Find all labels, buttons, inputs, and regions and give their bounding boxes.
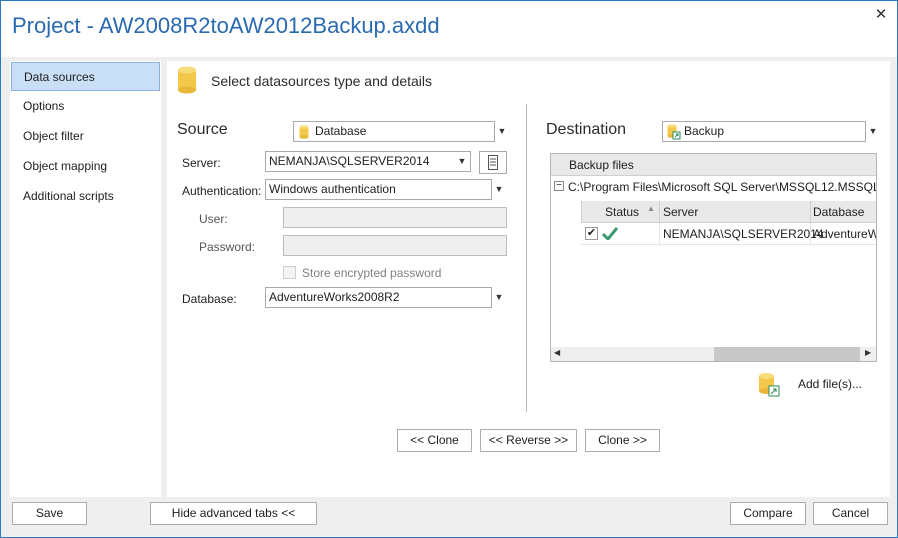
store-password-checkbox[interactable] (283, 266, 296, 279)
hide-advanced-tabs-button[interactable]: Hide advanced tabs << (150, 502, 317, 525)
row-database: AdventureWorks2012 (813, 227, 876, 241)
reverse-button[interactable]: << Reverse >> (480, 429, 577, 452)
database-label: Database: (182, 292, 237, 306)
sidebar-item-data-sources[interactable]: Data sources (11, 62, 160, 91)
sidebar-item-options[interactable]: Options (11, 92, 160, 121)
backup-folder-row[interactable]: − C:\Program Files\Microsoft SQL Server\… (551, 176, 876, 198)
row-server: NEMANJA\SQLSERVER2014 (663, 227, 824, 241)
backup-folder-path: C:\Program Files\Microsoft SQL Server\MS… (568, 180, 876, 194)
database-select[interactable]: AdventureWorks2008R2 (265, 287, 492, 308)
chevron-down-icon[interactable]: ▼ (456, 151, 468, 172)
destination-heading: Destination (546, 121, 627, 138)
window-title: Project - AW2008R2toAW2012Backup.axdd (12, 13, 440, 38)
destination-type-select[interactable]: Backup (662, 121, 866, 142)
column-database[interactable]: Database (813, 205, 864, 219)
clone-right-button[interactable]: Clone >> (585, 429, 660, 452)
password-label: Password: (199, 240, 256, 254)
section-header: Select datasources type and details (211, 73, 433, 89)
chevron-down-icon[interactable]: ▼ (493, 179, 505, 200)
authentication-value: Windows authentication (269, 182, 396, 196)
scrollbar-thumb[interactable] (714, 347, 860, 361)
collapse-icon[interactable]: − (554, 181, 564, 191)
close-icon[interactable]: ✕ (873, 7, 889, 23)
user-field[interactable] (283, 207, 507, 228)
store-password-label: Store encrypted password (302, 266, 442, 280)
server-value: NEMANJA\SQLSERVER2014 (269, 154, 430, 168)
password-field[interactable] (283, 235, 507, 256)
authentication-select[interactable]: Windows authentication (265, 179, 492, 200)
authentication-label: Authentication: (182, 184, 262, 198)
source-type-value: Database (315, 124, 367, 138)
chevron-down-icon[interactable]: ▼ (867, 121, 879, 142)
main-panel: Select datasources type and details Sour… (167, 61, 890, 497)
source-heading: Source (177, 121, 228, 138)
destination-type-value: Backup (684, 124, 725, 138)
backup-icon (667, 124, 681, 140)
save-button[interactable]: Save (12, 502, 87, 525)
panel-divider (526, 104, 527, 412)
column-server[interactable]: Server (663, 205, 698, 219)
database-icon (299, 125, 309, 139)
sidebar-item-label: Object filter (23, 129, 84, 143)
sidebar-item-label: Additional scripts (23, 189, 114, 203)
chevron-down-icon[interactable]: ▼ (496, 121, 508, 142)
files-table-header: Status ▲ Server Database (581, 201, 876, 223)
backup-files-grid: Backup files − C:\Program Files\Microsof… (550, 153, 877, 362)
footer: Save Hide advanced tabs << Compare Cance… (1, 497, 897, 537)
check-icon (602, 227, 618, 240)
sidebar: Data sources Options Object filter Objec… (10, 61, 161, 497)
user-label: User: (199, 212, 228, 226)
sidebar-item-label: Object mapping (23, 159, 108, 173)
sidebar-item-additional-scripts[interactable]: Additional scripts (11, 182, 160, 211)
source-type-select[interactable]: Database (293, 121, 495, 142)
compare-button[interactable]: Compare (730, 502, 806, 525)
row-checkbox[interactable]: ✔ (585, 227, 598, 240)
add-files-link[interactable]: Add file(s)... (798, 377, 862, 391)
grid-header: Backup files (551, 154, 876, 176)
column-status[interactable]: Status (605, 205, 639, 219)
project-dialog: Project - AW2008R2toAW2012Backup.axdd ✕ … (0, 0, 898, 538)
scroll-right-icon[interactable]: ▶ (865, 348, 871, 357)
server-label: Server: (182, 156, 221, 170)
database-icon (178, 66, 196, 94)
sidebar-item-object-filter[interactable]: Object filter (11, 122, 160, 151)
sidebar-item-label: Options (23, 99, 65, 113)
server-icon (488, 155, 498, 170)
horizontal-scrollbar[interactable]: ◀ ▶ (551, 347, 876, 361)
table-row[interactable]: ✔ NEMANJA\SQLSERVER2014 AdventureWorks20… (581, 223, 876, 245)
sidebar-item-label: Data sources (24, 70, 95, 84)
add-files-icon[interactable] (758, 372, 782, 398)
grid-header-label: Backup files (569, 158, 634, 172)
title-bar: Project - AW2008R2toAW2012Backup.axdd ✕ (1, 1, 897, 57)
scroll-left-icon[interactable]: ◀ (554, 348, 560, 357)
chevron-down-icon[interactable]: ▼ (493, 287, 505, 308)
sort-up-icon: ▲ (647, 204, 655, 213)
sidebar-item-object-mapping[interactable]: Object mapping (11, 152, 160, 181)
server-select[interactable]: NEMANJA\SQLSERVER2014 (265, 151, 471, 172)
browse-servers-button[interactable] (479, 151, 507, 174)
cancel-button[interactable]: Cancel (813, 502, 888, 525)
clone-left-button[interactable]: << Clone (397, 429, 472, 452)
database-value: AdventureWorks2008R2 (269, 290, 400, 304)
